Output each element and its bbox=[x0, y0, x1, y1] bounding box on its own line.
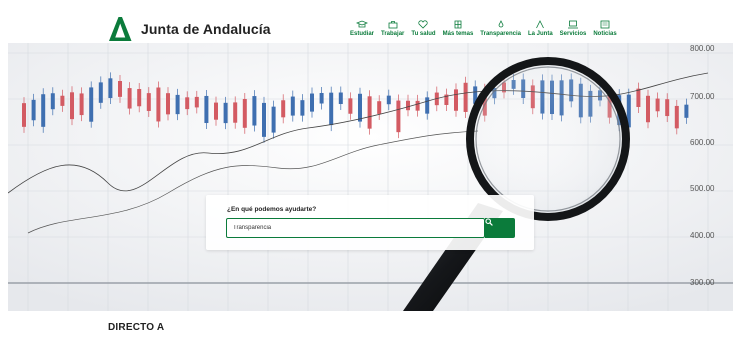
nav-item-transparencia[interactable]: Transparencia bbox=[480, 14, 521, 43]
brand-logo[interactable]: Junta de Andalucía bbox=[106, 14, 271, 43]
briefcase-icon bbox=[388, 21, 398, 29]
nav-label: Noticias bbox=[593, 31, 617, 37]
drop-icon bbox=[498, 20, 504, 28]
nav-item-servicios[interactable]: Servicios bbox=[559, 14, 587, 43]
junta-logo-icon bbox=[109, 17, 132, 41]
nav-item-trabajar[interactable]: Trabajar bbox=[381, 14, 404, 43]
nav-label: Servicios bbox=[559, 31, 587, 37]
grid-icon bbox=[454, 20, 462, 29]
brand-name: Junta de Andalucía bbox=[141, 20, 271, 37]
newspaper-icon bbox=[600, 20, 610, 29]
nav-item-la-junta[interactable]: La Junta bbox=[528, 14, 553, 43]
search-input[interactable] bbox=[226, 218, 485, 238]
junta-logo-icon bbox=[536, 20, 545, 29]
search-button[interactable] bbox=[485, 218, 515, 238]
axis-label: 500.00 bbox=[690, 184, 715, 193]
axis-label: 700.00 bbox=[690, 92, 715, 101]
nav-label: La Junta bbox=[527, 31, 553, 37]
nav-label: Trabajar bbox=[381, 31, 405, 37]
nav-label: Más temas bbox=[442, 31, 474, 37]
graduation-cap-icon bbox=[356, 20, 368, 28]
nav-item-mas-temas[interactable]: Más temas bbox=[442, 14, 474, 43]
nav-label: Transparencia bbox=[480, 31, 521, 37]
section-title-directo-a: DIRECTO A bbox=[108, 322, 165, 333]
search-card: ¿En qué podemos ayudarte? bbox=[206, 195, 534, 250]
axis-label: 300.00 bbox=[690, 278, 715, 287]
hero-banner: 800.00 700.00 600.00 500.00 400.00 300.00 ¿En… bbox=[8, 43, 733, 311]
axis-label: 800.00 bbox=[690, 44, 715, 53]
stock-chart-photo: 800.00 700.00 600.00 500.00 400.00 300.00 bbox=[8, 43, 733, 311]
site-header: Junta de Andalucía Estudiar Trabajar Tu … bbox=[8, 14, 733, 43]
nav-item-noticias[interactable]: Noticias bbox=[593, 14, 617, 43]
nav-item-tu-salud[interactable]: Tu salud bbox=[411, 14, 436, 43]
search-title: ¿En qué podemos ayudarte? bbox=[227, 206, 317, 213]
nav-label: Estudiar bbox=[350, 31, 375, 37]
main-nav: Estudiar Trabajar Tu salud Más temas Tra… bbox=[350, 14, 624, 43]
search-icon bbox=[485, 218, 493, 226]
laptop-icon bbox=[568, 20, 578, 29]
nav-label: Tu salud bbox=[411, 31, 436, 37]
axis-label: 400.00 bbox=[690, 231, 715, 240]
heart-icon bbox=[418, 20, 429, 29]
axis-label: 600.00 bbox=[690, 138, 715, 147]
nav-item-estudiar[interactable]: Estudiar bbox=[350, 14, 374, 43]
